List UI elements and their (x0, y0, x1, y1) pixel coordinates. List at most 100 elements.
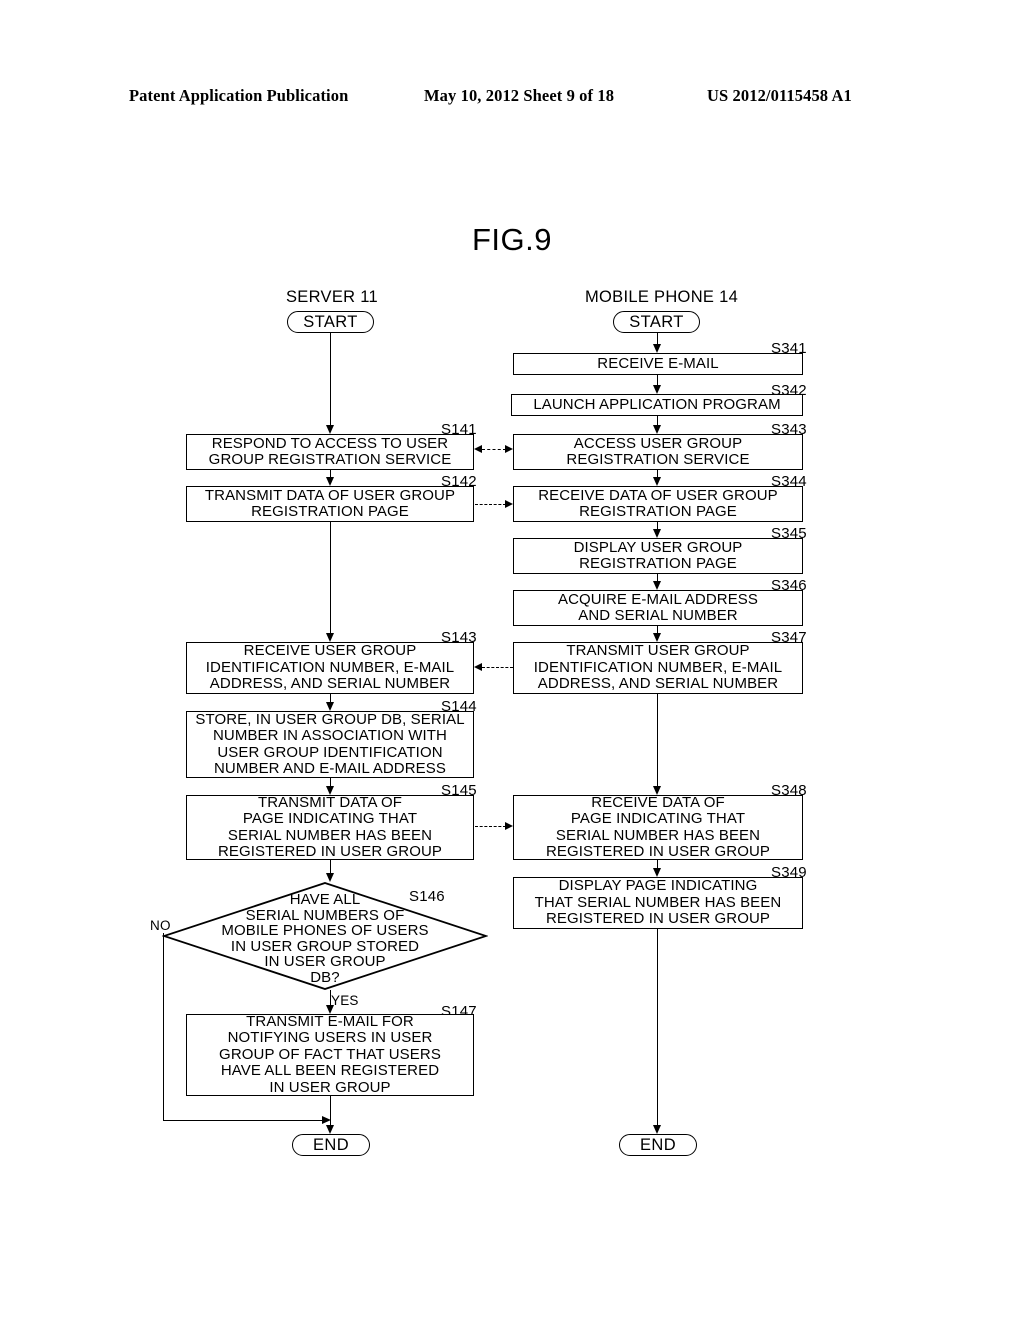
s343-line-1: ACCESS USER GROUP (573, 434, 743, 452)
end-terminator-server: END (292, 1134, 370, 1156)
lane-header-server: SERVER 11 (286, 288, 378, 306)
process-box-s144: STORE, IN USER GROUP DB, SERIAL NUMBER I… (186, 711, 474, 778)
process-box-s145: TRANSMIT DATA OF PAGE INDICATING THAT SE… (186, 793, 474, 860)
s341-line-1: RECEIVE E-MAIL (597, 354, 719, 372)
s147-line-3: GROUP OF FACT THAT USERS (219, 1045, 441, 1063)
s347-line-3: ADDRESS, AND SERIAL NUMBER (537, 675, 779, 693)
flow-line-s146-no-down (163, 933, 164, 1120)
flow-line-s144-to-s145 (330, 778, 331, 786)
process-box-s143: RECEIVE USER GROUP IDENTIFICATION NUMBER… (186, 642, 474, 694)
s349-line-2: THAT SERIAL NUMBER HAS BEEN (534, 893, 782, 911)
process-box-s347: TRANSMIT USER GROUP IDENTIFICATION NUMBE… (513, 642, 803, 694)
arrowhead-server-start-to-s141 (326, 425, 334, 434)
flow-line-s341-to-s342 (657, 375, 658, 385)
s344-line-1: RECEIVE DATA OF USER GROUP (538, 486, 778, 504)
connector-s145-s348 (475, 826, 506, 827)
flow-line-s346-to-s347 (657, 626, 658, 633)
start-terminator-server: START (287, 311, 374, 333)
flow-line-s143-to-s144 (330, 694, 331, 702)
s147-line-5: IN USER GROUP (269, 1078, 391, 1096)
arrowhead-s342-to-s343 (653, 425, 661, 434)
flow-line-s142-to-s143 (330, 522, 331, 633)
s145-line-1: TRANSMIT DATA OF (257, 793, 403, 811)
s344-line-2: REGISTRATION PAGE (579, 503, 737, 520)
s347-line-1: TRANSMIT USER GROUP (566, 642, 750, 660)
patent-number: US 2012/0115458 A1 (707, 86, 852, 105)
flow-line-s344-to-s345 (657, 522, 658, 529)
s144-line-3: USER GROUP IDENTIFICATION (217, 743, 443, 761)
s146-line-2: SERIAL NUMBERS OF (245, 906, 405, 924)
process-box-s342: LAUNCH APPLICATION PROGRAM (511, 394, 803, 416)
arrowhead-connector-s142-to-s344 (505, 500, 513, 508)
decision-diamond-s146: HAVE ALL SERIAL NUMBERS OF MOBILE PHONES… (162, 882, 488, 990)
arrowhead-s345-to-s346 (653, 581, 661, 590)
s146-line-6: DB? (310, 968, 340, 986)
s348-line-4: REGISTERED IN USER GROUP (545, 843, 771, 860)
s147-line-4: HAVE ALL BEEN REGISTERED (220, 1062, 440, 1080)
s145-line-3: SERIAL NUMBER HAS BEEN (227, 826, 433, 844)
flow-line-s349-to-end (657, 929, 658, 1125)
flow-line-s146-no-right (163, 1120, 328, 1121)
s345-line-1: DISPLAY USER GROUP (573, 538, 743, 556)
figure-title: FIG.9 (471, 222, 552, 257)
s143-line-2: IDENTIFICATION NUMBER, E-MAIL (205, 658, 455, 676)
start-terminator-mobile-phone: START (613, 311, 700, 333)
arrowhead-connector-s343-to-s141 (474, 445, 482, 453)
arrowhead-s343-to-s344 (653, 477, 661, 486)
flow-line-s141-to-s142 (330, 470, 331, 477)
s349-line-1: DISPLAY PAGE INDICATING (558, 877, 758, 895)
arrowhead-s144-to-s145 (326, 786, 334, 795)
s348-line-1: RECEIVE DATA OF (591, 793, 725, 811)
page-header: Patent Application Publication May 10, 2… (0, 86, 1024, 110)
s342-line-1: LAUNCH APPLICATION PROGRAM (533, 395, 781, 413)
arrowhead-s348-to-s349 (653, 868, 661, 877)
arrowhead-phone-start-to-s341 (653, 344, 661, 353)
s147-line-2: NOTIFYING USERS IN USER (227, 1029, 433, 1047)
s142-line-2: REGISTRATION PAGE (251, 503, 409, 520)
s346-line-1: ACQUIRE E-MAIL ADDRESS (557, 590, 759, 608)
arrowhead-s349-to-end (653, 1125, 661, 1134)
arrowhead-connector-s141-to-s343 (505, 445, 513, 453)
s346-line-2: AND SERIAL NUMBER (578, 607, 738, 624)
s143-line-1: RECEIVE USER GROUP (243, 642, 417, 660)
arrowhead-s147-to-end (326, 1125, 334, 1134)
arrowhead-s145-to-s146 (326, 873, 334, 882)
flow-line-phone-start-to-s341 (657, 333, 658, 344)
branch-label-no: NO (150, 918, 171, 933)
s145-line-2: PAGE INDICATING THAT (242, 810, 418, 827)
s147-line-1: TRANSMIT E-MAIL FOR (246, 1012, 414, 1030)
s145-line-4: REGISTERED IN USER GROUP (217, 843, 443, 860)
s347-line-2: IDENTIFICATION NUMBER, E-MAIL (533, 658, 783, 676)
s343-line-2: REGISTRATION SERVICE (566, 451, 750, 468)
process-box-s341: RECEIVE E-MAIL (513, 353, 803, 375)
process-box-s349: DISPLAY PAGE INDICATING THAT SERIAL NUMB… (513, 877, 803, 929)
process-box-s345: DISPLAY USER GROUP REGISTRATION PAGE (513, 538, 803, 574)
process-box-s343: ACCESS USER GROUP REGISTRATION SERVICE (513, 434, 803, 470)
end-terminator-mobile-phone: END (619, 1134, 697, 1156)
flow-line-s343-to-s344 (657, 470, 658, 477)
s348-line-2: PAGE INDICATING THAT (570, 810, 746, 827)
flow-line-s145-to-s146 (330, 860, 331, 873)
flow-line-s348-to-s349 (657, 860, 658, 868)
flow-line-server-start-to-s141 (330, 333, 331, 425)
process-box-s344: RECEIVE DATA OF USER GROUP REGISTRATION … (513, 486, 803, 522)
lane-header-mobile-phone: MOBILE PHONE 14 (585, 288, 739, 306)
publication-label: Patent Application Publication (129, 86, 349, 105)
flow-line-s347-to-s348 (657, 694, 658, 786)
s146-line-4: IN USER GROUP STORED (230, 937, 420, 955)
arrowhead-s341-to-s342 (653, 385, 661, 394)
process-box-s141: RESPOND TO ACCESS TO USER GROUP REGISTRA… (186, 434, 474, 470)
s142-line-1: TRANSMIT DATA OF USER GROUP (204, 486, 456, 504)
flow-line-s342-to-s343 (657, 416, 658, 425)
arrowhead-s143-to-s144 (326, 702, 334, 711)
s349-line-3: REGISTERED IN USER GROUP (545, 910, 771, 928)
arrowhead-connector-s347-to-s143 (474, 663, 482, 671)
s146-line-5: IN USER GROUP (264, 953, 386, 970)
s141-line-1: RESPOND TO ACCESS TO USER (211, 434, 449, 452)
arrowhead-s146-no-join (322, 1116, 331, 1124)
flow-line-s345-to-s346 (657, 574, 658, 581)
s143-line-3: ADDRESS, AND SERIAL NUMBER (209, 675, 451, 693)
arrowhead-s141-to-s142 (326, 477, 334, 486)
arrowhead-s142-to-s143 (326, 633, 334, 642)
s141-line-2: GROUP REGISTRATION SERVICE (208, 451, 452, 468)
